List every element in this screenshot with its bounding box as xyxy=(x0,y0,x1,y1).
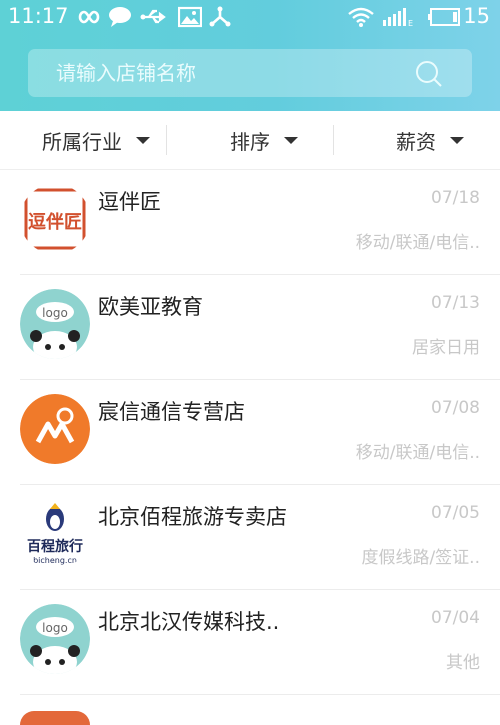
store-date: 07/18 xyxy=(431,188,480,208)
signal-icon: E xyxy=(383,8,413,28)
share-icon xyxy=(209,6,231,27)
store-name: 北京佰程旅游专卖店 xyxy=(98,505,287,529)
store-logo: logo xyxy=(20,604,90,674)
caret-down-icon xyxy=(450,136,464,144)
store-logo: 逗伴匠 xyxy=(20,184,90,254)
store-date: 07/05 xyxy=(431,503,480,523)
store-name: 欧美亚教育 xyxy=(98,295,203,319)
store-list-item[interactable]: 宸信通信专营店 07/08 移动/联通/电信.. xyxy=(20,380,500,485)
svg-text:E: E xyxy=(408,19,413,28)
store-category: 移动/联通/电信.. xyxy=(355,443,480,463)
filter-salary[interactable]: 薪资 xyxy=(396,111,464,169)
svg-text:逗伴匠: 逗伴匠 xyxy=(28,211,82,233)
battery-level: 15 xyxy=(463,4,490,28)
store-list-item[interactable]: 百程旅行 bicheng.cn 北京佰程旅游专卖店 07/05 度假线路/签证.… xyxy=(20,485,500,590)
store-logo: 百程旅行 bicheng.cn xyxy=(20,499,90,569)
filter-bar: 所属行业 排序 薪资 xyxy=(0,111,500,170)
caret-down-icon xyxy=(136,136,150,144)
store-date: 07/13 xyxy=(431,293,480,313)
battery-icon xyxy=(428,8,460,26)
store-name: 逗伴匠 xyxy=(98,190,161,214)
store-list-item[interactable]: logo 欧美亚教育 07/13 居家日用 xyxy=(20,275,500,380)
store-category: 度假线路/签证.. xyxy=(361,548,480,568)
store-logo: logo xyxy=(20,289,90,359)
status-time: 11:17 xyxy=(8,4,69,28)
store-category: 其他 xyxy=(446,653,480,673)
store-category: 居家日用 xyxy=(412,338,480,358)
filter-sort-label: 排序 xyxy=(230,129,270,154)
svg-text:百程旅行: 百程旅行 xyxy=(27,538,83,555)
filter-salary-label: 薪资 xyxy=(396,129,436,154)
svg-text:logo: logo xyxy=(42,621,68,635)
store-logo xyxy=(20,394,90,464)
svg-text:bicheng.cn: bicheng.cn xyxy=(33,556,77,565)
usb-icon xyxy=(140,9,166,24)
caret-down-icon xyxy=(284,136,298,144)
wifi-icon xyxy=(348,7,374,27)
store-logo xyxy=(20,711,90,725)
filter-divider xyxy=(333,125,334,155)
store-list-item-partial[interactable] xyxy=(20,695,500,725)
filter-divider xyxy=(166,125,167,155)
filter-industry-label: 所属行业 xyxy=(42,129,122,154)
store-category: 移动/联通/电信.. xyxy=(355,233,480,253)
svg-text:logo: logo xyxy=(42,306,68,320)
store-list-item[interactable]: 逗伴匠 逗伴匠 07/18 移动/联通/电信.. xyxy=(20,170,500,275)
search-box[interactable] xyxy=(28,49,472,97)
filter-industry[interactable]: 所属行业 xyxy=(42,111,150,169)
store-date: 07/04 xyxy=(431,608,480,628)
store-list-item[interactable]: logo 北京北汉传媒科技.. 07/04 其他 xyxy=(20,590,500,695)
store-name: 宸信通信专营店 xyxy=(98,400,245,424)
image-icon xyxy=(178,6,202,28)
store-name: 北京北汉传媒科技.. xyxy=(98,610,280,634)
filter-sort[interactable]: 排序 xyxy=(230,111,298,169)
app-header: 11:17 E 15 请输入店铺名称 xyxy=(0,0,500,111)
store-date: 07/08 xyxy=(431,398,480,418)
search-input[interactable] xyxy=(56,49,426,97)
search-icon[interactable] xyxy=(414,59,444,89)
status-bar: 11:17 E 15 xyxy=(0,0,500,36)
infinity-icon xyxy=(78,10,100,24)
store-list: 逗伴匠 逗伴匠 07/18 移动/联通/电信.. logo 欧美亚教育 07/1… xyxy=(0,170,500,725)
chat-icon xyxy=(109,7,131,27)
